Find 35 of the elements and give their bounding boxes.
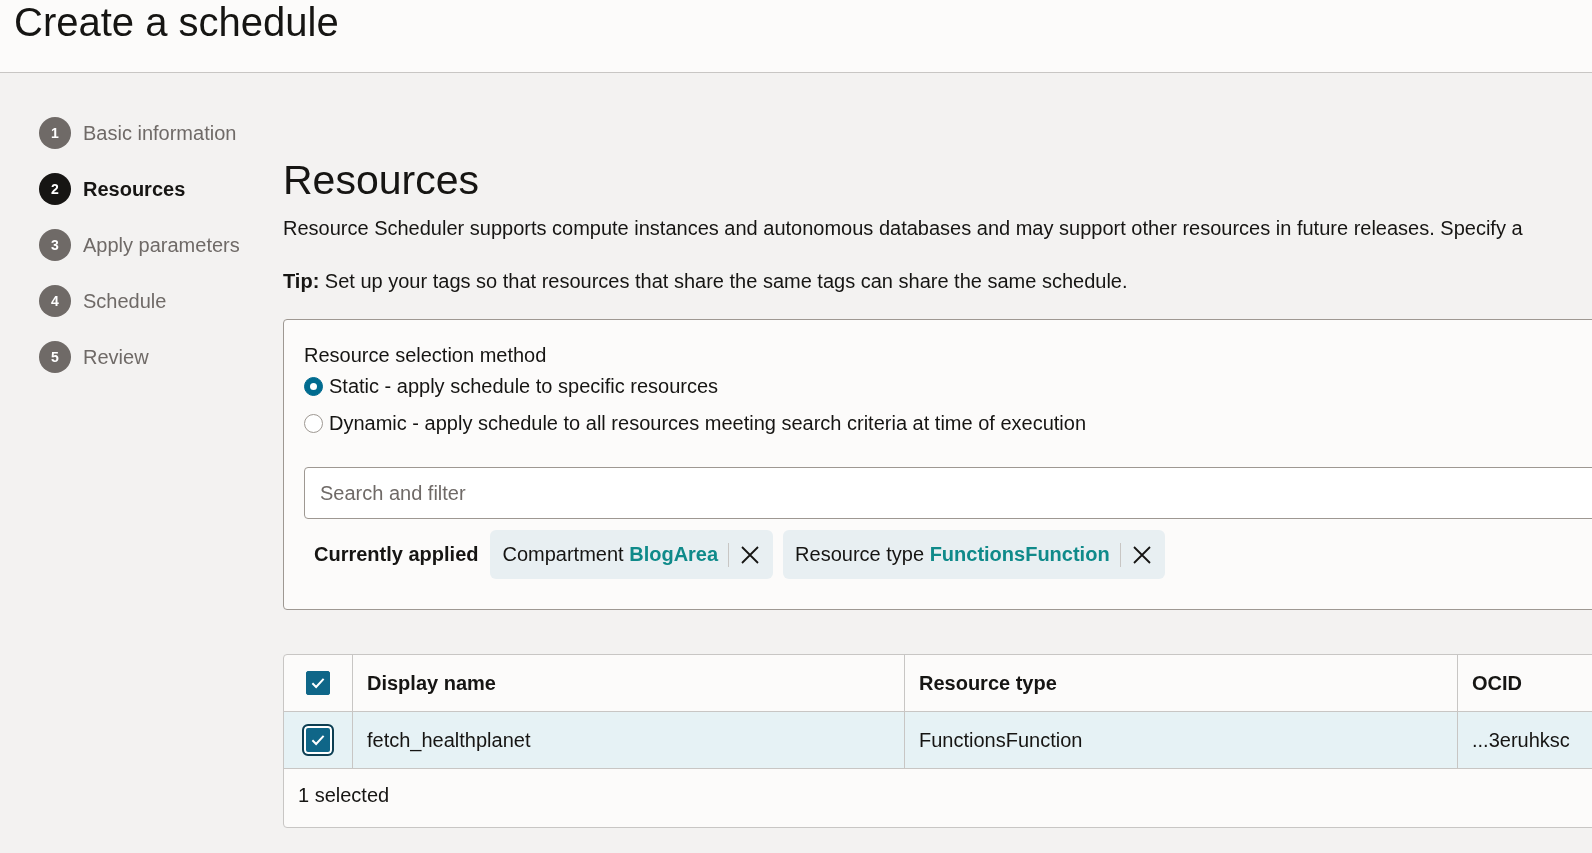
- column-header[interactable]: Display name: [352, 655, 904, 711]
- filter-text: Resource type FunctionsFunction: [795, 543, 1110, 566]
- column-header[interactable]: OCID: [1457, 655, 1592, 711]
- column-header[interactable]: Resource type: [904, 655, 1457, 711]
- radio-label[interactable]: Dynamic - apply schedule to all resources meeting search criteria at time of execution: [329, 412, 1086, 435]
- filters-label: Currently applied: [314, 543, 479, 566]
- step-number: 5: [39, 341, 71, 373]
- step-number: 1: [39, 117, 71, 149]
- description-text: Resource Scheduler supports compute instances and autonomous databases and may support other resources in future releases. Specify a: [283, 217, 1524, 240]
- step-item[interactable]: 5 Review: [39, 341, 283, 373]
- page-title: Create a schedule: [14, 0, 340, 44]
- select-all-checkbox[interactable]: [306, 671, 330, 695]
- filter-text: Compartment BlogArea: [502, 543, 719, 566]
- radio-button[interactable]: [304, 414, 323, 433]
- close-icon[interactable]: [739, 543, 762, 566]
- table-cell: FunctionsFunction: [904, 712, 1457, 768]
- method-label: Resource selection method: [304, 344, 547, 367]
- table-row[interactable]: fetch_healthplanet FunctionsFunction ...3eruhksc: [284, 712, 1592, 769]
- step-item[interactable]: 3 Apply parameters: [39, 229, 283, 261]
- section-title: Resources: [283, 157, 480, 203]
- step-number: 4: [39, 285, 71, 317]
- step-item[interactable]: 4 Schedule: [39, 285, 283, 317]
- selection-count: 1 selected: [297, 783, 391, 808]
- step-item[interactable]: 1 Basic information: [39, 117, 283, 149]
- radio-button[interactable]: [304, 377, 323, 396]
- step-number: 3: [39, 229, 71, 261]
- table-cell: fetch_healthplanet: [352, 712, 904, 768]
- search-field[interactable]: Search and filter: [304, 467, 1592, 519]
- radio-label[interactable]: Static - apply schedule to specific resources: [329, 375, 719, 398]
- tip-text: Tip: Set up your tags so that resources that share the same tags can share the same schedule.: [283, 270, 1129, 293]
- step-item[interactable]: 2 Resources: [39, 173, 283, 205]
- close-icon[interactable]: [1130, 543, 1153, 566]
- row-checkbox[interactable]: [302, 724, 334, 756]
- step-number: 2: [39, 173, 71, 205]
- table-cell: ...3eruhksc: [1457, 712, 1592, 768]
